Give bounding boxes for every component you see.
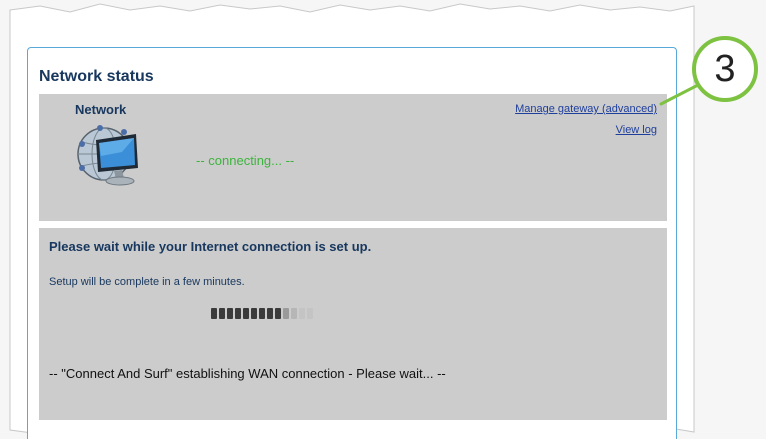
progress-segment <box>227 308 233 319</box>
wan-status-text: -- "Connect And Surf" establishing WAN c… <box>49 366 446 381</box>
progress-segment <box>283 308 289 319</box>
network-computer-icon <box>77 125 138 186</box>
progress-segment <box>243 308 249 319</box>
panel-title: Network status <box>39 68 154 85</box>
view-log-link[interactable]: View log <box>616 124 657 136</box>
network-status-panel: Network status Network -- connecting... … <box>27 47 677 439</box>
network-heading: Network <box>75 102 127 117</box>
progress-segment <box>259 308 265 319</box>
setup-info-text: Setup will be complete in a few minutes. <box>49 276 245 288</box>
step-number-badge: 3 <box>692 36 758 102</box>
progress-segment <box>299 308 305 319</box>
progress-segment <box>291 308 297 319</box>
screenshot-stage: Network status Network -- connecting... … <box>0 0 766 439</box>
network-box: Network -- connecting... -- Manage gatew… <box>39 94 667 221</box>
progress-indicator <box>211 308 313 320</box>
setup-heading: Please wait while your Internet connecti… <box>49 239 372 254</box>
progress-segment <box>219 308 225 319</box>
manage-gateway-link[interactable]: Manage gateway (advanced) <box>515 103 657 115</box>
progress-segment <box>267 308 273 319</box>
setup-progress-box: Please wait while your Internet connecti… <box>39 228 667 420</box>
progress-segment <box>211 308 217 319</box>
progress-segment <box>235 308 241 319</box>
progress-segment <box>251 308 257 319</box>
progress-segment <box>275 308 281 319</box>
connection-status-text: -- connecting... -- <box>196 153 295 168</box>
progress-segment <box>307 308 313 319</box>
